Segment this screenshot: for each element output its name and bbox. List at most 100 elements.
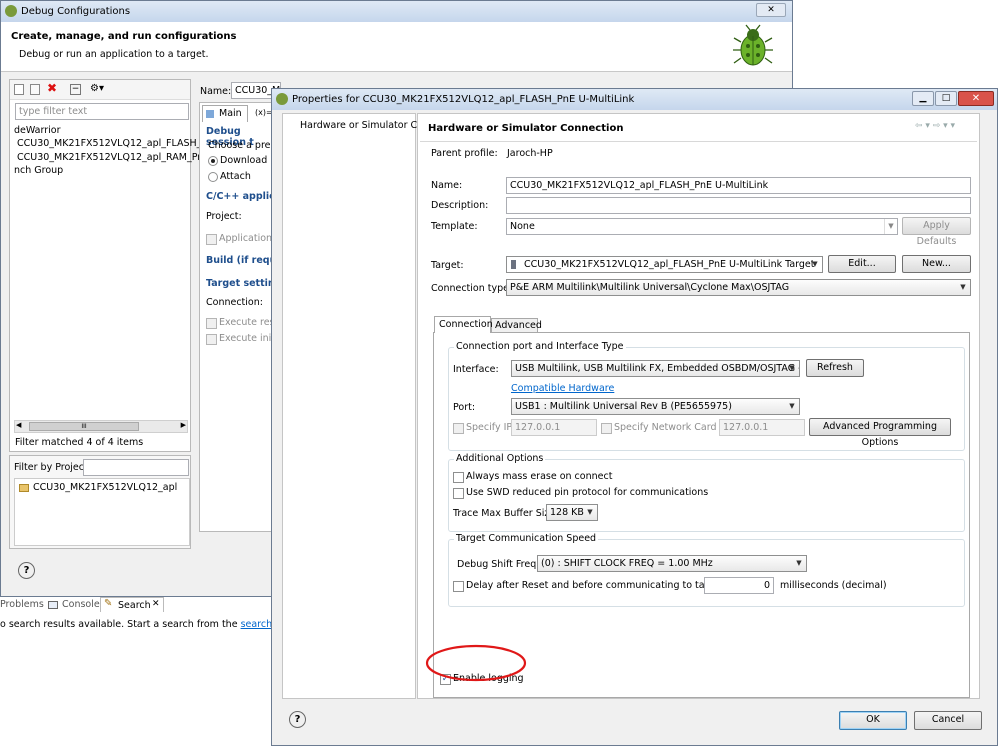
tree-item[interactable]: deWarrior [14, 125, 60, 136]
new-button[interactable]: New... [902, 255, 971, 273]
properties-titlebar[interactable]: Properties for CCU30_MK21FX512VLQ12_apl_… [272, 89, 997, 110]
new-config-icon[interactable] [14, 84, 24, 95]
cancel-button[interactable]: Cancel [914, 711, 982, 730]
application-checkbox [206, 234, 217, 245]
download-radio[interactable] [208, 156, 218, 166]
delay-unit: milliseconds (decimal) [780, 580, 887, 591]
ok-button[interactable]: OK [839, 711, 907, 730]
name-field[interactable]: CCU30_MK21FX512VLQ12_apl_FLASH_PnE U-Mul… [506, 177, 971, 194]
specify-ip-checkbox[interactable] [453, 423, 464, 434]
connection-port-group-title: Connection port and Interface Type [454, 341, 626, 352]
scroll-thumb[interactable]: III [29, 422, 139, 431]
chevron-down-icon: ▼ [796, 559, 802, 567]
edit-button[interactable]: Edit... [828, 255, 896, 273]
target-select[interactable]: CCU30_MK21FX512VLQ12_apl_FLASH_PnE U-Mul… [506, 256, 823, 273]
swd-label: Use SWD reduced pin protocol for communi… [466, 487, 709, 498]
chevron-down-icon: ▼ [812, 260, 818, 268]
console-tab[interactable]: Console [62, 599, 100, 610]
bug-banner-icon [733, 24, 773, 66]
target-value: CCU30_MK21FX512VLQ12_apl_FLASH_PnE U-Mul… [524, 259, 815, 270]
tree-item[interactable]: nch Group [14, 165, 63, 176]
close-icon[interactable]: ✕ [152, 599, 160, 609]
scroll-right-icon[interactable]: ▶ [181, 421, 186, 429]
delay-field[interactable]: 0 [704, 577, 774, 594]
search-tab[interactable]: ✎ Search ✕ [100, 597, 164, 612]
compatible-hardware-link[interactable]: Compatible Hardware [511, 383, 614, 394]
shift-freq-select[interactable]: (0) : SHIFT CLOCK FREQ = 1.00 MHz ▼ [537, 555, 807, 572]
scroll-left-icon[interactable]: ◀ [16, 421, 21, 429]
close-button[interactable]: ✕ [958, 91, 994, 106]
tab-connection[interactable]: Connection [434, 316, 493, 333]
project-item[interactable]: CCU30_MK21FX512VLQ12_apl [33, 482, 177, 493]
specify-nic-checkbox[interactable] [601, 423, 612, 434]
nic-ip-field[interactable]: 127.0.0.1 [719, 419, 805, 436]
template-label: Template: [431, 221, 478, 232]
tab-connection-label: Connection [439, 319, 493, 330]
interface-label: Interface: [453, 364, 499, 375]
description-field[interactable] [506, 197, 971, 214]
specify-nic-label: Specify Network Card IP [614, 422, 729, 433]
horizontal-scrollbar[interactable]: ◀ III ▶ [14, 420, 188, 433]
trace-buffer-select[interactable]: 128 KB ▼ [546, 504, 598, 521]
shift-freq-label: Debug Shift Freq = [457, 559, 548, 570]
target-label: Target: [431, 260, 464, 271]
mass-erase-checkbox[interactable] [453, 472, 464, 483]
tab-main[interactable]: Main [202, 105, 248, 122]
tree-item[interactable]: CCU30_MK21FX512VLQ12_apl_RAM_PnE U [17, 152, 219, 163]
chip-icon [511, 260, 516, 269]
debug-configurations-titlebar[interactable]: Debug Configurations [1, 1, 792, 22]
chevron-down-icon: ▼ [960, 283, 966, 291]
chevron-down-icon: ▼ [789, 364, 795, 372]
maximize-button[interactable]: □ [935, 91, 957, 106]
nav-item-hardware[interactable]: Hardware or Simulator Conn [300, 120, 435, 131]
filter-input[interactable]: type filter text [15, 103, 189, 120]
problems-tab[interactable]: Problems [0, 599, 44, 610]
tree-item[interactable]: CCU30_MK21FX512VLQ12_apl_FLASH_PnE [17, 138, 219, 149]
config-tabs-pane: Main (x)= Debug session t Choose a prede… [199, 102, 284, 532]
search-icon: ✎ [104, 598, 113, 609]
additional-options-group: Additional Options Always mass erase on … [448, 453, 965, 532]
name-label: Name: [431, 180, 463, 191]
minimize-button[interactable]: ▁ [912, 91, 934, 106]
interface-value: USB Multilink, USB Multilink FX, Embedde… [515, 363, 800, 374]
collapse-all-icon[interactable]: − [70, 84, 81, 95]
duplicate-config-icon[interactable] [30, 84, 40, 95]
template-select[interactable]: None ▼ [506, 218, 898, 235]
target-settings-heading[interactable]: Target settin [206, 278, 275, 289]
delete-config-icon[interactable]: ✖ [47, 81, 57, 95]
ip-field[interactable]: 127.0.0.1 [511, 419, 597, 436]
config-toolbar: ✖ − ⚙▾ [10, 80, 190, 100]
window-controls[interactable]: ✕ [756, 3, 786, 17]
parent-profile-value: Jaroch-HP [507, 148, 553, 159]
help-icon[interactable]: ? [289, 711, 306, 728]
port-value: USB1 : Multilink Universal Rev B (PE5655… [515, 401, 732, 412]
mass-erase-label: Always mass erase on connect [466, 471, 613, 482]
apply-defaults-button[interactable]: Apply Defaults [902, 217, 971, 247]
cpp-application-heading[interactable]: C/C++ applic [206, 191, 275, 202]
port-select[interactable]: USB1 : Multilink Universal Rev B (PE5655… [511, 398, 800, 415]
help-icon[interactable]: ? [18, 562, 35, 579]
build-heading[interactable]: Build (if requ [206, 255, 276, 266]
filter-by-project-input[interactable] [83, 459, 189, 476]
filter-menu-icon[interactable]: ⚙▾ [90, 83, 104, 94]
header-banner: Create, manage, and run configurations D… [1, 22, 792, 72]
description-label: Description: [431, 200, 489, 211]
project-filter-pane: Filter by Project: CCU30_MK21FX512VLQ12_… [9, 455, 191, 549]
header-subtitle: Debug or run an application to a target. [19, 49, 209, 60]
tab-main-label: Main [219, 108, 242, 119]
advanced-programming-button[interactable]: Advanced Programming Options [809, 418, 951, 448]
connection-type-select[interactable]: P&E ARM Multilink\Multilink Universal\Cy… [506, 279, 971, 296]
delay-checkbox[interactable] [453, 581, 464, 592]
tab-advanced-label: Advanced [495, 320, 542, 331]
divider [420, 141, 977, 142]
nav-history-icons[interactable]: ⇦ ▾ ⇨ ▾ ▾ [915, 121, 955, 131]
property-nav-tree: Hardware or Simulator Conn [282, 113, 435, 699]
specify-ip-label: Specify IP [466, 422, 513, 433]
property-page: Hardware or Simulator Connection ⇦ ▾ ⇨ ▾… [417, 113, 980, 699]
attach-radio[interactable] [208, 172, 218, 182]
swd-checkbox[interactable] [453, 488, 464, 499]
additional-options-title: Additional Options [454, 453, 546, 464]
refresh-button[interactable]: Refresh [806, 359, 864, 377]
interface-select[interactable]: USB Multilink, USB Multilink FX, Embedde… [511, 360, 800, 377]
tab-advanced[interactable]: Advanced [491, 318, 542, 333]
